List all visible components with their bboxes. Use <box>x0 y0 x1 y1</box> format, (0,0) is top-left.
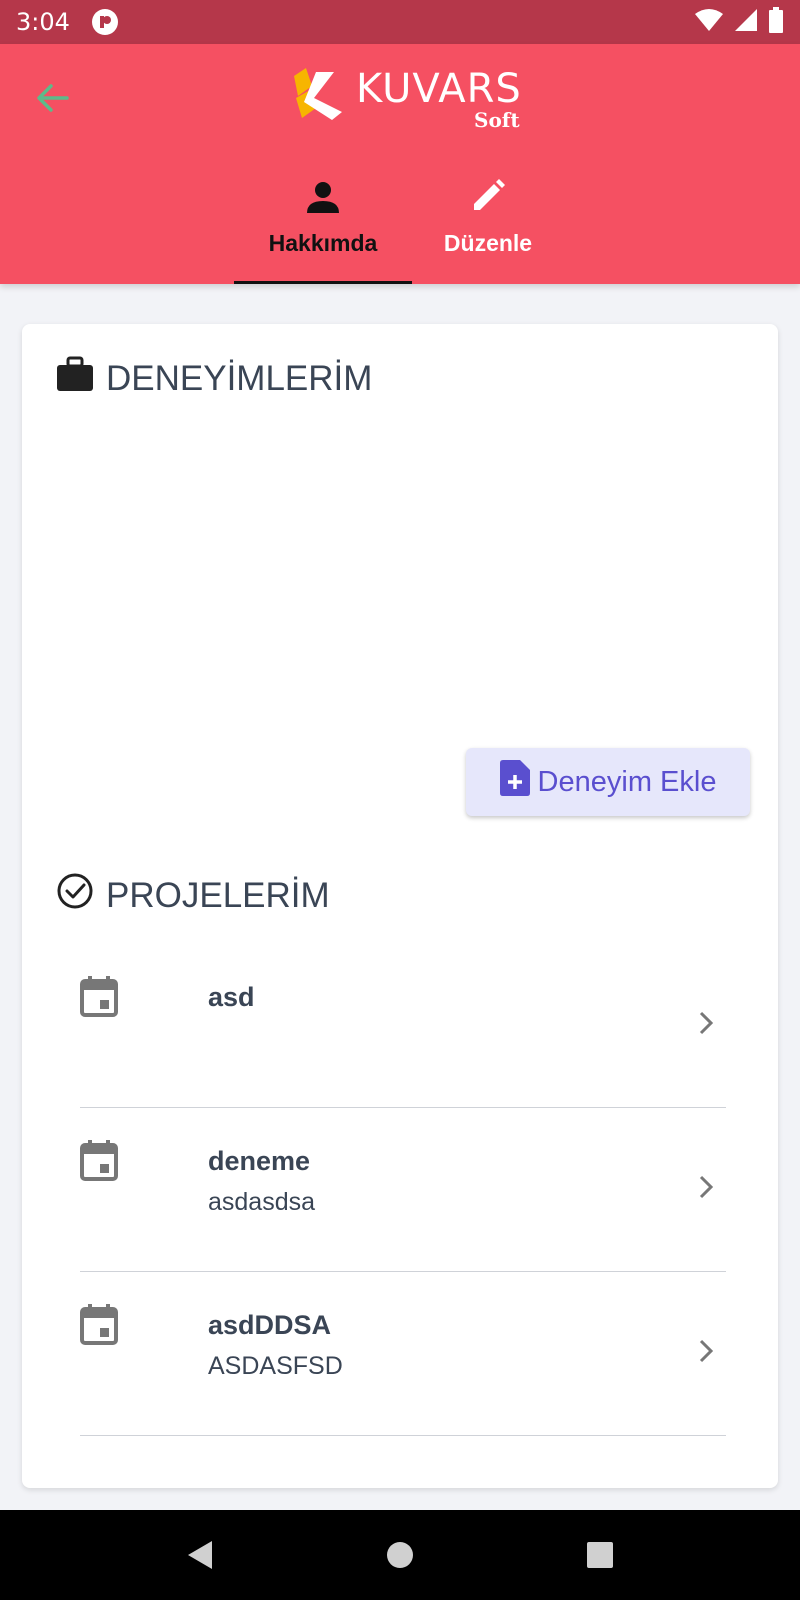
nav-back-button[interactable] <box>170 1525 230 1585</box>
project-title: asd <box>208 982 255 1012</box>
experiences-header: DENEYİMLERİM <box>56 356 372 401</box>
logo-subtext: Soft <box>474 108 520 132</box>
square-recents-icon <box>587 1542 613 1568</box>
project-title: asdDDSA <box>208 1310 332 1340</box>
project-title: deneme <box>208 1146 311 1176</box>
project-item[interactable]: deneme asdasdsa <box>80 1108 726 1272</box>
projects-header: PROJELERİM <box>56 872 330 919</box>
project-list: asd deneme asdasdsa asdDDSA ASDASFSD <box>80 944 726 1436</box>
tab-label: Düzenle <box>443 230 533 256</box>
logo-text: KUVARS <box>356 66 522 112</box>
arrow-left-icon <box>37 84 69 112</box>
nav-recents-button[interactable] <box>570 1525 630 1585</box>
calendar-icon <box>80 1304 118 1351</box>
tab-hakkimda[interactable]: Hakkımda <box>234 164 412 284</box>
briefcase-icon <box>56 356 94 401</box>
status-bar: 3:04 <box>0 0 800 44</box>
chevron-right-icon <box>698 1338 714 1369</box>
calendar-icon <box>80 976 118 1023</box>
project-item[interactable]: asdDDSA ASDASFSD <box>80 1272 726 1436</box>
chevron-right-icon <box>698 1010 714 1041</box>
nav-home-button[interactable] <box>370 1525 430 1585</box>
active-tab-indicator <box>234 281 412 284</box>
tab-label: Hakkımda <box>268 230 378 256</box>
add-experience-label: Deneyim Ekle <box>537 765 717 798</box>
project-subtitle: asdasdsa <box>208 1188 316 1216</box>
battery-icon <box>768 6 784 38</box>
tab-duzenle[interactable]: Düzenle <box>412 164 564 284</box>
check-circle-icon <box>56 872 94 919</box>
file-plus-icon <box>499 760 530 804</box>
project-subtitle: ASDASFSD <box>208 1352 343 1380</box>
circle-home-icon <box>387 1542 413 1568</box>
app-notification-icon <box>91 9 118 35</box>
status-time: 3:04 <box>16 8 70 36</box>
calendar-icon <box>80 1140 118 1187</box>
chevron-right-icon <box>698 1174 714 1205</box>
person-icon <box>306 164 340 214</box>
signal-icon <box>734 8 758 37</box>
add-experience-button[interactable]: Deneyim Ekle <box>466 748 750 816</box>
wifi-icon <box>694 8 724 37</box>
profile-card: DENEYİMLERİM Deneyim Ekle PROJELERİM asd <box>22 324 778 1488</box>
system-nav-bar <box>0 1510 800 1600</box>
back-button[interactable] <box>32 78 72 118</box>
kuvars-logo: KUVARS Soft <box>290 62 522 132</box>
triangle-back-icon <box>188 1541 212 1569</box>
app-header: KUVARS Soft Hakkımda Düzenle <box>0 44 800 284</box>
projects-title: PROJELERİM <box>106 875 330 915</box>
kuvars-logo-mark <box>294 68 342 120</box>
pencil-icon <box>470 164 506 214</box>
experiences-title: DENEYİMLERİM <box>106 358 373 398</box>
project-item[interactable]: asd <box>80 944 726 1108</box>
